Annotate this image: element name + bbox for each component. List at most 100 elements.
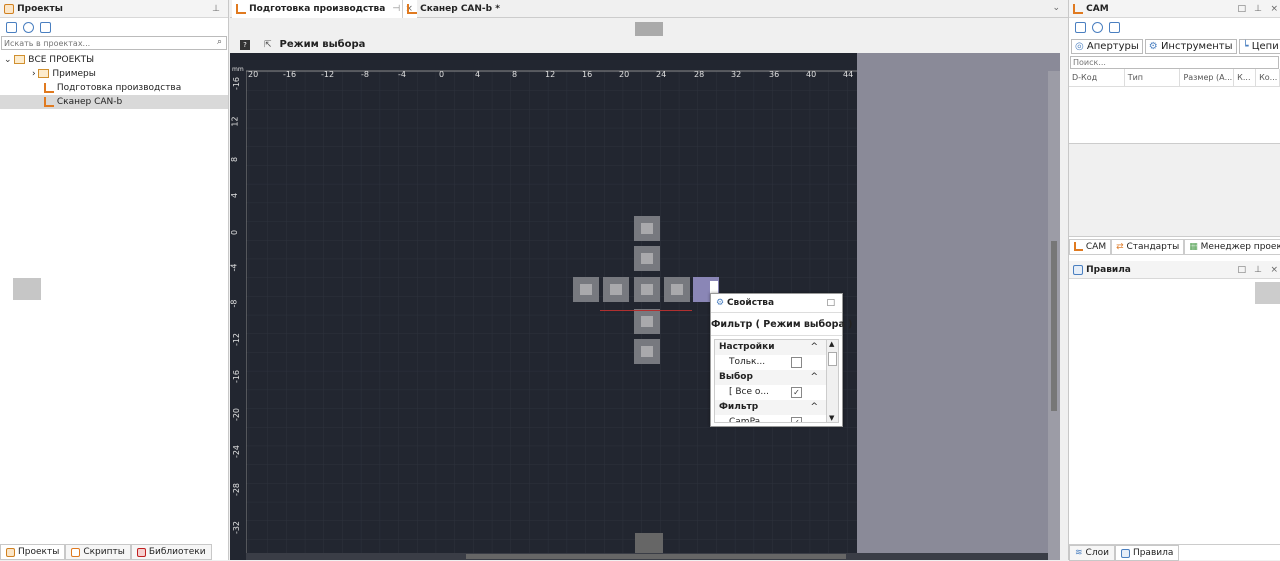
checkbox-checked[interactable]: ✓	[791, 417, 802, 422]
tree-root[interactable]: ⌄ ВСЕ ПРОЕКТЫ	[0, 53, 228, 67]
column-header[interactable]: Тип	[1125, 69, 1181, 87]
factory-icon	[44, 82, 54, 93]
pad-center	[671, 284, 683, 295]
tab-libraries[interactable]: Библиотеки	[130, 544, 212, 560]
tab-rules[interactable]: Правила	[1114, 545, 1180, 561]
out-of-view-overlay	[857, 53, 1060, 560]
pcb-canvas[interactable]: mm 20 -16 -12 -8 -4 0 4 8 12 16 20 24 28…	[230, 53, 1060, 560]
close-icon[interactable]: ×	[1270, 0, 1278, 17]
pad-center	[641, 316, 653, 327]
ruler-tick-label: -4	[230, 263, 239, 272]
projects-toolbar	[0, 18, 228, 36]
pad-center	[641, 346, 653, 357]
aperture-table-body	[1069, 87, 1280, 144]
tab-apertures[interactable]: ◎ Апертуры	[1071, 38, 1143, 54]
new-file-icon[interactable]	[1075, 21, 1086, 33]
column-header[interactable]: К...	[1234, 69, 1257, 87]
search-icon[interactable]: ⌕	[217, 37, 222, 47]
scrollbar-thumb[interactable]	[1051, 241, 1057, 411]
scroll-down-icon[interactable]: ▼	[829, 414, 834, 422]
pin-icon[interactable]: ⊥	[212, 0, 220, 17]
new-file-icon[interactable]	[6, 21, 17, 33]
tab-projects[interactable]: Проекты	[0, 544, 66, 560]
ruler-tick-label: -20	[232, 407, 242, 422]
properties-filter: Фильтр ( Режим выбора )	[711, 313, 853, 336]
projects-search-input[interactable]	[2, 37, 202, 49]
tab-label: Слои	[1085, 548, 1109, 558]
ruler-tick-label: -8	[230, 299, 239, 308]
section-filter[interactable]: Фильтр ^	[715, 400, 838, 415]
help-icon[interactable]: ?	[240, 39, 250, 50]
projects-panel-header: Проекты ⊥	[0, 0, 228, 18]
maximize-icon[interactable]: □	[826, 294, 835, 313]
maximize-icon[interactable]: □	[1237, 261, 1246, 278]
property-row[interactable]: CamPa... ✓	[715, 415, 838, 422]
tree-item-production[interactable]: Подготовка производства	[0, 81, 228, 95]
refresh-icon[interactable]	[1092, 21, 1103, 33]
factory-icon	[1073, 3, 1083, 14]
collapse-icon[interactable]	[40, 21, 51, 33]
chevron-up-icon[interactable]: ^	[810, 340, 818, 355]
tab-cam[interactable]: CAM	[1069, 239, 1112, 255]
tree-item-label: Примеры	[52, 69, 96, 79]
chevron-down-icon[interactable]: ⌄	[4, 55, 12, 65]
scrollbar-thumb[interactable]	[466, 554, 846, 559]
factory-icon	[1074, 242, 1083, 251]
tab-layers[interactable]: ≋ Слои	[1069, 545, 1115, 561]
tree-item-examples[interactable]: › Примеры	[0, 67, 228, 81]
property-row[interactable]: [ Все о... ✓	[715, 385, 838, 400]
column-header[interactable]: D-Код	[1069, 69, 1125, 87]
tab-nets[interactable]: ┕ Цепи	[1238, 38, 1280, 54]
vertical-scrollbar[interactable]	[1048, 71, 1060, 560]
tab-label: Библиотеки	[148, 547, 206, 557]
section-label: Настройки	[719, 342, 775, 352]
scrollbar-thumb[interactable]	[828, 352, 837, 366]
factory-icon	[407, 3, 417, 14]
refresh-icon[interactable]	[23, 21, 34, 33]
maximize-icon[interactable]: □	[1237, 0, 1246, 17]
tab-scanner[interactable]: Сканер CAN-b *	[402, 0, 504, 18]
tab-standards[interactable]: ⇄ Стандарты	[1111, 239, 1185, 255]
dropdown-icon[interactable]: ⌄	[1052, 3, 1060, 13]
chevron-up-icon[interactable]: ^	[810, 400, 818, 415]
cam-search-input[interactable]	[1071, 57, 1251, 68]
pin-icon[interactable]: ⊣	[392, 4, 400, 14]
close-icon[interactable]: ×	[1270, 261, 1278, 278]
ruler-tick-label: -12	[321, 70, 335, 79]
ruler-tick-label: 0	[439, 70, 445, 79]
column-header[interactable]: Ко...	[1256, 69, 1280, 87]
ruler-tick-label: 8	[512, 70, 518, 79]
chevron-up-icon[interactable]: ^	[810, 370, 818, 385]
column-header[interactable]: Размер (А...	[1180, 69, 1235, 87]
section-settings[interactable]: Настройки ^	[715, 340, 838, 355]
section-selection[interactable]: Выбор ^	[715, 370, 838, 385]
checkbox-checked[interactable]: ✓	[791, 387, 802, 398]
property-label: Тольк...	[729, 357, 766, 367]
rules-body	[1069, 315, 1280, 543]
cam-panel-title: CAM	[1086, 4, 1109, 14]
property-row[interactable]: Тольк...	[715, 355, 838, 370]
script-icon	[71, 547, 81, 557]
horizontal-scrollbar[interactable]	[246, 553, 1048, 560]
projects-bottom-tabs: Проекты Скрипты Библиотеки	[0, 544, 229, 560]
tab-production[interactable]: Подготовка производства ⊣ ×	[232, 0, 417, 18]
pad-center	[641, 223, 653, 234]
checkbox[interactable]	[791, 357, 802, 368]
tab-tools[interactable]: ⚙ Инструменты	[1144, 38, 1237, 54]
ruler-tick-label: -12	[232, 332, 242, 347]
scroll-up-icon[interactable]: ▲	[829, 340, 834, 348]
properties-scrollbar[interactable]: ▲ ▼	[826, 340, 838, 422]
ruler-tick-label: 36	[769, 70, 780, 79]
pin-icon[interactable]: ⊥	[1254, 0, 1262, 17]
pin-icon[interactable]: ⊥	[1254, 261, 1262, 278]
drag-handle-icon[interactable]	[13, 278, 41, 300]
drag-handle-icon[interactable]	[1255, 282, 1280, 304]
pad-center	[610, 284, 622, 295]
chevron-right-icon[interactable]: ›	[32, 69, 36, 79]
tree-item-scanner[interactable]: Сканер CAN-b	[0, 95, 228, 109]
tab-project-manager[interactable]: ▦ Менеджер проекта	[1184, 239, 1280, 255]
cam-search	[1070, 56, 1279, 69]
collapse-icon[interactable]	[1109, 21, 1120, 33]
tab-scripts[interactable]: Скрипты	[65, 544, 131, 560]
ruler-tick-label: 40	[806, 70, 817, 79]
